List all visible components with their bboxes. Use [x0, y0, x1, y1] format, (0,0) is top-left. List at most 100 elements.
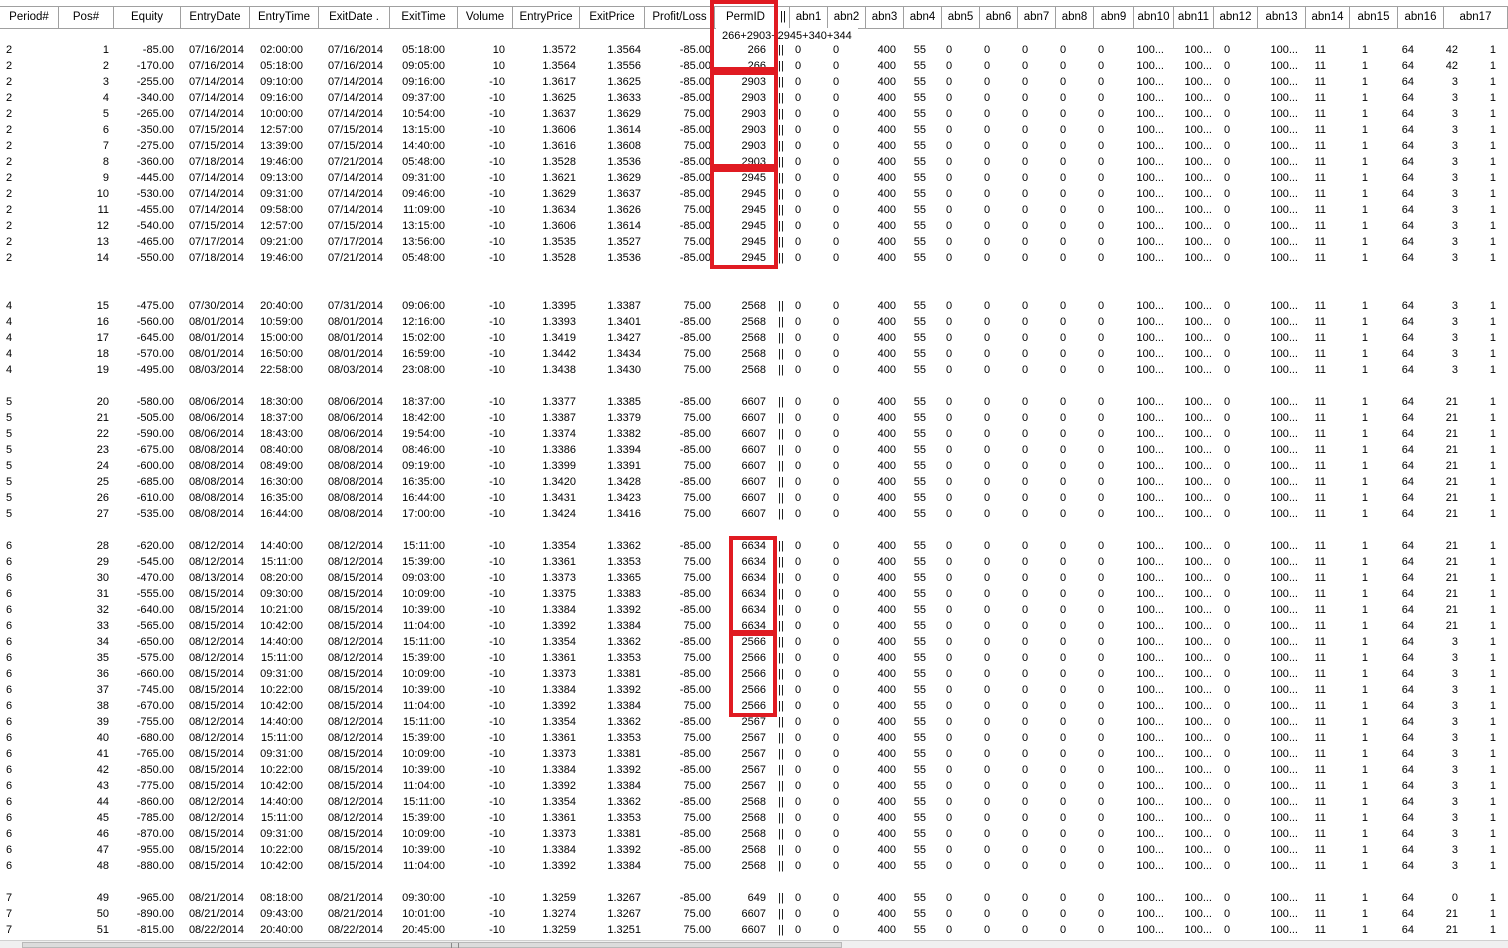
col-header-abn5[interactable]: abn5	[942, 7, 980, 28]
col-header-abn9[interactable]: abn9	[1094, 7, 1134, 28]
table-row[interactable]: 5 24 -600.00 08/08/2014 08:49:00 08/08/2014 09…	[0, 458, 1508, 474]
col-header-exitprice[interactable]: ExitPrice	[580, 7, 645, 28]
table-cell: 0	[946, 684, 953, 696]
table-row[interactable]: 6 31 -555.00 08/15/2014 09:30:00 08/15/2014 10…	[0, 586, 1508, 602]
table-cell: 0	[984, 204, 991, 216]
col-header-abn15[interactable]: abn15	[1350, 7, 1398, 28]
table-row[interactable]: 4 16 -560.00 08/01/2014 10:59:00 08/01/2014 12…	[0, 314, 1508, 330]
col-header-abn7[interactable]: abn7	[1018, 7, 1056, 28]
table-row[interactable]: 6 34 -650.00 08/12/2014 14:40:00 08/12/2014 15…	[0, 634, 1508, 650]
horizontal-scrollbar[interactable]	[0, 940, 1508, 948]
col-header-abn2[interactable]: abn2	[828, 7, 866, 28]
col-header-abn6[interactable]: abn6	[980, 7, 1018, 28]
col-header-volume[interactable]: Volume	[458, 7, 513, 28]
table-row[interactable]: 2 8 -360.00 07/18/2014 19:46:00 07/21/2014 05:…	[0, 154, 1508, 170]
col-header-pos[interactable]: Pos#	[59, 7, 114, 28]
table-row[interactable]: 2 9 -445.00 07/14/2014 09:13:00 07/14/2014 09:…	[0, 170, 1508, 186]
col-header-equity[interactable]: Equity	[114, 7, 181, 28]
table-row[interactable]: 2 6 -350.00 07/15/2014 12:57:00 07/15/2014 13:…	[0, 122, 1508, 138]
col-header-abn8[interactable]: abn8	[1056, 7, 1094, 28]
col-header-profit-loss[interactable]: Profit/Loss	[645, 7, 715, 28]
table-row[interactable]: 2 11 -455.00 07/14/2014 09:58:00 07/14/2014 11…	[0, 202, 1508, 218]
col-header-permid[interactable]: PermID	[715, 7, 777, 28]
table-cell: 2903	[741, 124, 766, 136]
table-cell: 55	[913, 188, 926, 200]
table-row[interactable]: 5 22 -590.00 08/06/2014 18:43:00 08/06/2014 19…	[0, 426, 1508, 442]
table-row[interactable]: 5 27 -535.00 08/08/2014 16:44:00 08/08/2014 17…	[0, 506, 1508, 522]
table-row[interactable]: 6 28 -620.00 08/12/2014 14:40:00 08/12/2014 15…	[0, 538, 1508, 554]
table-row[interactable]: 6 36 -660.00 08/15/2014 09:31:00 08/15/2014 10…	[0, 666, 1508, 682]
table-row[interactable]: 2 12 -540.00 07/15/2014 12:57:00 07/15/2014 13…	[0, 218, 1508, 234]
table-row[interactable]: 7 50 -890.00 08/21/2014 09:43:00 08/21/2014 10…	[0, 906, 1508, 922]
table-cell: -10	[489, 92, 505, 104]
table-cell: 0	[833, 636, 840, 648]
col-header-abn13[interactable]: abn13	[1258, 7, 1306, 28]
table-row[interactable]: 2 2 -170.00 07/16/2014 05:18:00 07/16/2014 09:…	[0, 58, 1508, 74]
table-row[interactable]: 7 49 -965.00 08/21/2014 08:18:00 08/21/2014 09…	[0, 890, 1508, 906]
table-row[interactable]: 5 21 -505.00 08/06/2014 18:37:00 08/06/2014 18…	[0, 410, 1508, 426]
table-row[interactable]: 6 47 -955.00 08/15/2014 10:22:00 08/15/2014 10…	[0, 842, 1508, 858]
table-row[interactable]: 6 35 -575.00 08/12/2014 15:11:00 08/12/2014 15…	[0, 650, 1508, 666]
table-row[interactable]: 5 23 -675.00 08/08/2014 08:40:00 08/08/2014 08…	[0, 442, 1508, 458]
table-cell: 100...	[1270, 300, 1298, 312]
col-header-entryprice[interactable]: EntryPrice	[513, 7, 580, 28]
col-header-abn4[interactable]: abn4	[904, 7, 942, 28]
table-row[interactable]: 4 17 -645.00 08/01/2014 15:00:00 08/01/2014 15…	[0, 330, 1508, 346]
table-row[interactable]: 6 32 -640.00 08/15/2014 10:21:00 08/15/2014 10…	[0, 602, 1508, 618]
col-header-period[interactable]: Period#	[0, 7, 59, 28]
table-row[interactable]: 2 1 -85.00 07/16/2014 02:00:00 07/16/2014 05:1…	[0, 42, 1508, 58]
table-row[interactable]: 2 10 -530.00 07/14/2014 09:31:00 07/14/2014 09…	[0, 186, 1508, 202]
table-row[interactable]: 2 14 -550.00 07/18/2014 19:46:00 07/21/2014 05…	[0, 250, 1508, 266]
table-row[interactable]: 5 20 -580.00 08/06/2014 18:30:00 08/06/2014 18…	[0, 394, 1508, 410]
table-row[interactable]: 6 40 -680.00 08/12/2014 15:11:00 08/12/2014 15…	[0, 730, 1508, 746]
table-row[interactable]: 6 42 -850.00 08/15/2014 10:22:00 08/15/2014 10…	[0, 762, 1508, 778]
table-row[interactable]: 6 46 -870.00 08/15/2014 09:31:00 08/15/2014 10…	[0, 826, 1508, 842]
scrollbar-thumb[interactable]	[22, 942, 842, 948]
table-row[interactable]: 6 43 -775.00 08/15/2014 10:42:00 08/15/2014 11…	[0, 778, 1508, 794]
col-header-exitdate[interactable]: ExitDate .	[319, 7, 390, 28]
col-header-exittime[interactable]: ExitTime	[390, 7, 458, 28]
table-row[interactable]: 6 44 -860.00 08/12/2014 14:40:00 08/12/2014 15…	[0, 794, 1508, 810]
table-row[interactable]: 7 51 -815.00 08/22/2014 20:40:00 08/22/2014 20…	[0, 922, 1508, 938]
table-cell: 100...	[1136, 156, 1164, 168]
table-row[interactable]: 6 30 -470.00 08/13/2014 08:20:00 08/15/2014 09…	[0, 570, 1508, 586]
table-row[interactable]: 4 15 -475.00 07/30/2014 20:40:00 07/31/2014 09…	[0, 298, 1508, 314]
table-row[interactable]: 5 26 -610.00 08/08/2014 16:35:00 08/08/2014 16…	[0, 490, 1508, 506]
table-cell: 1	[1361, 124, 1368, 136]
table-row[interactable]: 2 7 -275.00 07/15/2014 13:39:00 07/15/2014 14:…	[0, 138, 1508, 154]
table-cell: 0	[833, 252, 840, 264]
table-row[interactable]: 6 39 -755.00 08/12/2014 14:40:00 08/12/2014 15…	[0, 714, 1508, 730]
table-cell: 75.00	[683, 108, 711, 120]
table-row[interactable]: 4 18 -570.00 08/01/2014 16:50:00 08/01/2014 16…	[0, 346, 1508, 362]
table-row[interactable]: 2 4 -340.00 07/14/2014 09:16:00 07/14/2014 09:…	[0, 90, 1508, 106]
table-row[interactable]: 6 29 -545.00 08/12/2014 15:11:00 08/12/2014 15…	[0, 554, 1508, 570]
table-row[interactable]: 6 48 -880.00 08/15/2014 10:42:00 08/15/2014 11…	[0, 858, 1508, 874]
table-cell: 6634	[741, 572, 766, 584]
table-cell: 64	[1401, 76, 1414, 88]
table-cell: 11:04:00	[402, 620, 445, 632]
col-header-abn16[interactable]: abn16	[1398, 7, 1444, 28]
results-grid[interactable]: Period# Pos# Equity EntryDate EntryTime ExitD…	[0, 0, 1508, 940]
table-row[interactable]: 6 37 -745.00 08/15/2014 10:22:00 08/15/2014 10…	[0, 682, 1508, 698]
table-row[interactable]: 2 3 -255.00 07/14/2014 09:10:00 07/14/2014 09:…	[0, 74, 1508, 90]
col-header-abn12[interactable]: abn12	[1214, 7, 1258, 28]
col-header-entrydate[interactable]: EntryDate	[181, 7, 250, 28]
col-header-entrytime[interactable]: EntryTime	[250, 7, 319, 28]
table-row[interactable]: 6 45 -785.00 08/12/2014 15:11:00 08/12/2014 15…	[0, 810, 1508, 826]
table-row[interactable]: 6 41 -765.00 08/15/2014 09:31:00 08/15/2014 10…	[0, 746, 1508, 762]
col-header-abn10[interactable]: abn10	[1134, 7, 1174, 28]
table-row[interactable]: 4 19 -495.00 08/03/2014 22:58:00 08/03/2014 23…	[0, 362, 1508, 378]
col-header-abn14[interactable]: abn14	[1306, 7, 1350, 28]
col-header-abn1[interactable]: abn1	[790, 7, 828, 28]
table-cell: 75.00	[683, 204, 711, 216]
col-header-abn17[interactable]: abn17	[1444, 7, 1508, 28]
table-row[interactable]: 2 13 -465.00 07/17/2014 09:21:00 07/17/2014 13…	[0, 234, 1508, 250]
table-row[interactable]: 6 38 -670.00 08/15/2014 10:42:00 08/15/2014 11…	[0, 698, 1508, 714]
col-header-abn3[interactable]: abn3	[866, 7, 904, 28]
table-cell: 6	[6, 748, 13, 760]
table-row[interactable]: 2 5 -265.00 07/14/2014 10:00:00 07/14/2014 10:…	[0, 106, 1508, 122]
table-row[interactable]: 5 25 -685.00 08/08/2014 16:30:00 08/08/2014 16…	[0, 474, 1508, 490]
table-row[interactable]: 6 33 -565.00 08/15/2014 10:42:00 08/15/2014 11…	[0, 618, 1508, 634]
col-header-[interactable]: ||	[777, 7, 790, 28]
col-header-abn11[interactable]: abn11	[1174, 7, 1214, 28]
